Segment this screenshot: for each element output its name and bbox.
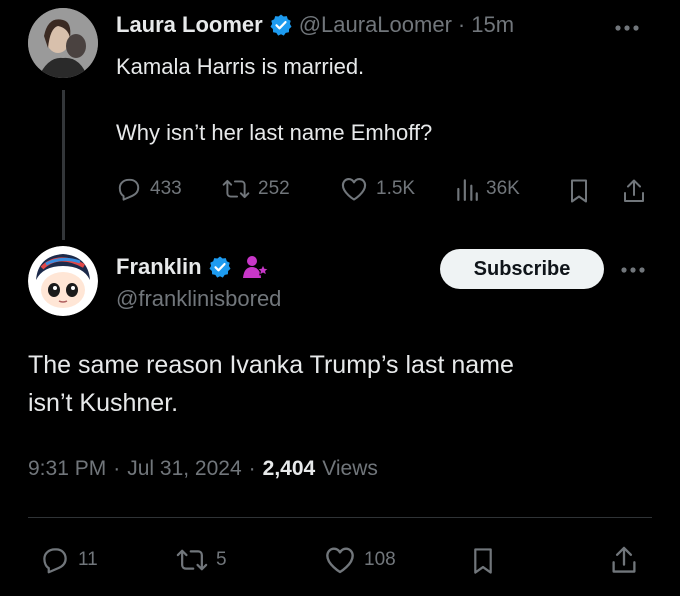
like-icon xyxy=(324,545,356,575)
author-name[interactable]: Laura Loomer xyxy=(116,12,263,38)
reply-button[interactable]: 433 xyxy=(116,176,182,202)
author-handle[interactable]: @franklinisbored xyxy=(116,286,281,312)
more-icon[interactable] xyxy=(614,24,640,32)
tweet-text-line2: isn’t Kushner. xyxy=(28,389,179,417)
like-count: 108 xyxy=(364,549,396,570)
tweet-text-line1: Kamala Harris is married. xyxy=(116,54,365,79)
like-button[interactable]: 108 xyxy=(324,545,396,575)
creator-badge-icon xyxy=(242,254,270,280)
reply-icon xyxy=(116,176,142,202)
views-count: 2,404 xyxy=(262,457,316,480)
more-icon[interactable] xyxy=(620,266,646,274)
retweet-button[interactable]: 252 xyxy=(222,176,290,202)
views-button[interactable]: 36K xyxy=(456,176,520,202)
thread-line xyxy=(62,90,65,240)
tweet-time[interactable]: 15m xyxy=(471,12,514,38)
like-count: 1.5K xyxy=(376,178,416,199)
subscribe-button[interactable]: Subscribe xyxy=(440,249,604,289)
views-label: Views xyxy=(322,457,378,480)
avatar-photo xyxy=(28,8,98,78)
retweet-icon xyxy=(222,176,250,202)
avatar-illustration xyxy=(28,246,98,316)
like-button[interactable]: 1.5K xyxy=(340,176,415,202)
franklin-avatar[interactable] xyxy=(28,246,98,316)
author-handle[interactable]: @LauraLoomer xyxy=(299,12,452,38)
reply-count: 433 xyxy=(150,178,182,199)
separator: · xyxy=(457,12,466,37)
tweet-date[interactable]: Jul 31, 2024 xyxy=(127,457,241,481)
tweet-text-line1: The same reason Ivanka Trump’s last name xyxy=(28,351,514,379)
retweet-count: 252 xyxy=(258,178,290,199)
verified-icon xyxy=(208,255,232,279)
views-icon xyxy=(456,176,478,202)
reply-count: 11 xyxy=(78,549,98,570)
reply-icon xyxy=(40,545,70,575)
divider xyxy=(28,517,652,518)
author-name[interactable]: Franklin xyxy=(116,254,202,280)
retweet-icon xyxy=(176,545,208,575)
views-count: 36K xyxy=(486,178,520,199)
reply-button[interactable]: 11 xyxy=(40,545,98,575)
bookmark-icon[interactable] xyxy=(472,546,494,576)
verified-icon xyxy=(269,13,293,37)
separator: · xyxy=(113,457,121,480)
share-icon[interactable] xyxy=(610,545,638,575)
like-icon xyxy=(340,176,368,202)
retweet-count: 5 xyxy=(216,549,227,570)
tweet-text-line2: Why isn’t her last name Emhoff? xyxy=(116,120,433,145)
laura-avatar[interactable] xyxy=(28,8,98,78)
separator: · xyxy=(248,457,256,480)
tweet-time[interactable]: 9:31 PM xyxy=(28,457,106,481)
bookmark-icon[interactable] xyxy=(569,178,589,204)
retweet-button[interactable]: 5 xyxy=(176,545,227,575)
share-icon[interactable] xyxy=(622,178,646,204)
